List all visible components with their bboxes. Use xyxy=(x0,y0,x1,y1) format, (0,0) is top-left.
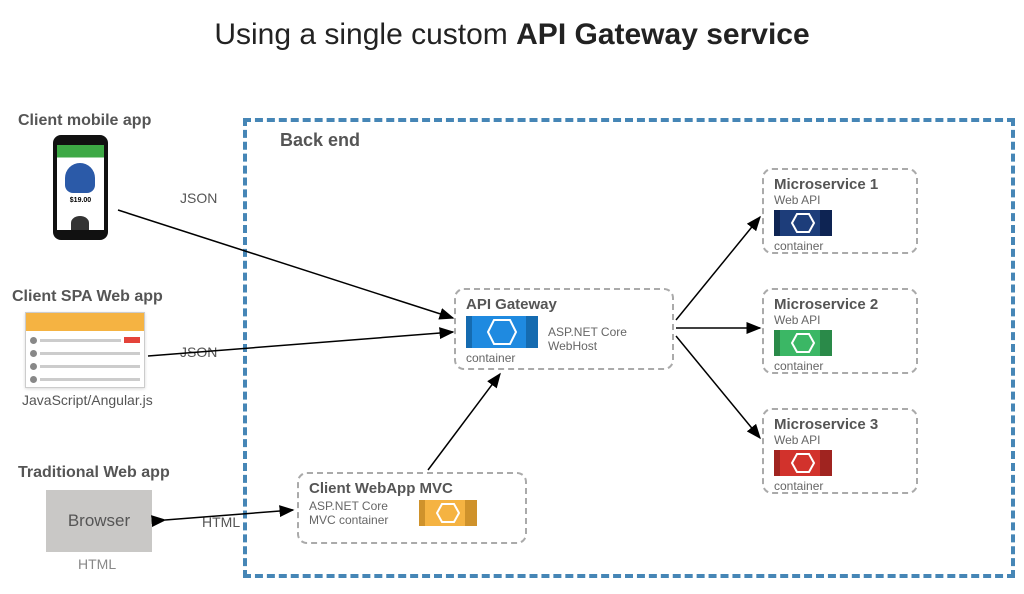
traditional-caption: HTML xyxy=(78,556,116,572)
arrow-label-mobile: JSON xyxy=(180,190,217,206)
client-traditional-label: Traditional Web app xyxy=(18,464,170,482)
microservice-box: Microservice 2Web API container xyxy=(762,288,918,374)
webapp-mvc-title: Client WebApp MVC xyxy=(309,480,515,497)
microservice-container-label: container xyxy=(774,479,906,493)
spa-caption: JavaScript/Angular.js xyxy=(22,392,153,408)
gateway-container-label: container xyxy=(466,351,538,365)
traditional-browser-icon: Browser xyxy=(46,490,152,552)
api-gateway-title: API Gateway xyxy=(466,296,662,313)
spa-browser-icon xyxy=(25,312,145,388)
container-icon xyxy=(774,330,832,356)
arrow-label-spa: JSON xyxy=(180,344,217,360)
arrow-label-traditional: HTML xyxy=(202,514,240,530)
gateway-host: ASP.NET Core WebHost xyxy=(548,325,628,353)
client-spa-label: Client SPA Web app xyxy=(12,288,163,306)
microservice-api-label: Web API xyxy=(774,193,906,207)
container-icon xyxy=(774,450,832,476)
container-icon xyxy=(774,210,832,236)
phone-price: $19.00 xyxy=(57,197,104,204)
microservice-api-label: Web API xyxy=(774,313,906,327)
title-prefix: Using a single custom xyxy=(214,18,516,51)
api-gateway-box: API Gateway container ASP.NET Core WebHo… xyxy=(454,288,674,370)
microservice-box: Microservice 1Web API container xyxy=(762,168,918,254)
container-icon xyxy=(466,316,538,348)
microservice-title: Microservice 1 xyxy=(774,176,906,193)
microservice-box: Microservice 3Web API container xyxy=(762,408,918,494)
microservice-title: Microservice 2 xyxy=(774,296,906,313)
browser-text: Browser xyxy=(68,511,130,531)
container-icon xyxy=(419,500,477,526)
title-bold: API Gateway service xyxy=(516,18,810,51)
microservice-container-label: container xyxy=(774,239,906,253)
webapp-mvc-box: Client WebApp MVC ASP.NET Core MVC conta… xyxy=(297,472,527,544)
page-title: Using a single custom API Gateway servic… xyxy=(0,18,1024,52)
client-mobile-label: Client mobile app xyxy=(18,112,151,130)
microservice-container-label: container xyxy=(774,359,906,373)
mobile-phone-icon: $19.00 xyxy=(53,135,108,240)
microservice-api-label: Web API xyxy=(774,433,906,447)
webapp-mvc-sub: ASP.NET Core MVC container xyxy=(309,499,409,527)
microservice-title: Microservice 3 xyxy=(774,416,906,433)
backend-label: Back end xyxy=(280,130,360,151)
